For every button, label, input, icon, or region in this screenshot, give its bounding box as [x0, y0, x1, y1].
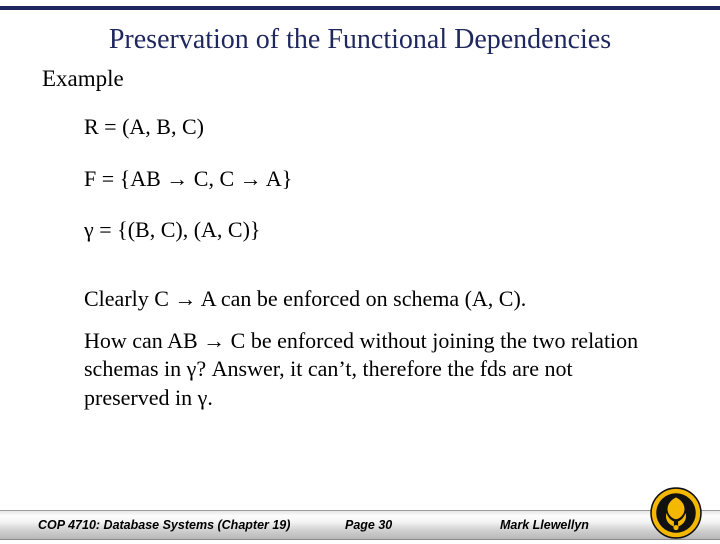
footer-author: Mark Llewellyn	[500, 518, 589, 532]
definition-gamma: γ = {(B, C), (A, C)}	[84, 215, 678, 245]
slide: Preservation of the Functional Dependenc…	[0, 0, 720, 540]
slide-title: Preservation of the Functional Dependenc…	[0, 10, 720, 66]
paragraph-2: How can AB → C be enforced without joini…	[84, 327, 644, 411]
paragraph-1: Clearly C → A can be enforced on schema …	[84, 285, 644, 313]
footer-course: COP 4710: Database Systems (Chapter 19)	[38, 518, 290, 532]
example-label: Example	[42, 66, 678, 92]
footer: COP 4710: Database Systems (Chapter 19) …	[0, 486, 720, 540]
definition-f: F = {AB → C, C → A}	[84, 164, 678, 194]
definition-r: R = (A, B, C)	[84, 112, 678, 142]
footer-bar: COP 4710: Database Systems (Chapter 19) …	[0, 510, 720, 540]
footer-page: Page 30	[345, 518, 392, 532]
spacer	[42, 267, 678, 285]
slide-content: Example R = (A, B, C) F = {AB → C, C → A…	[0, 66, 720, 486]
ucf-pegasus-icon	[650, 487, 702, 539]
